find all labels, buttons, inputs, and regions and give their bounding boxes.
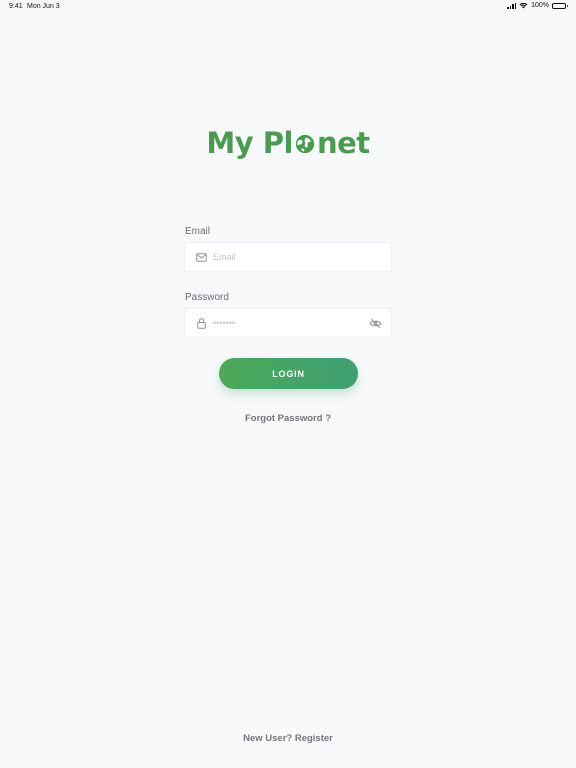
login-screen: 9:41 Mon Jun 3 100% My Pl net Email Emai… (0, 0, 576, 768)
login-form: Email Password (184, 226, 392, 338)
status-time: 9:41 (9, 3, 23, 10)
password-field-container[interactable] (184, 308, 392, 338)
eye-off-icon[interactable] (369, 317, 382, 330)
wifi-icon (519, 2, 528, 9)
forgot-password-link[interactable]: Forgot Password ? (0, 413, 576, 424)
email-field-container[interactable] (184, 242, 392, 272)
email-label: Email (185, 226, 211, 237)
battery-icon (552, 2, 568, 9)
register-link[interactable]: New User? Register (0, 733, 576, 744)
status-date: Mon Jun 3 (27, 3, 60, 10)
logo-text-end: net (316, 126, 370, 160)
login-button[interactable]: LOGIN (219, 358, 358, 389)
lock-icon (195, 317, 207, 329)
logo-text-start: My Pl (206, 126, 293, 160)
status-bar: 9:41 Mon Jun 3 100% (0, 0, 576, 14)
battery-percent: 100% (531, 2, 549, 9)
cellular-signal-icon (507, 2, 517, 9)
app-logo: My Pl net (0, 126, 576, 160)
globe-icon (295, 134, 315, 154)
mail-icon (195, 251, 207, 263)
email-input[interactable] (213, 252, 353, 262)
password-input[interactable] (213, 318, 353, 328)
password-label: Password (185, 292, 229, 303)
status-indicators: 100% (507, 2, 568, 9)
